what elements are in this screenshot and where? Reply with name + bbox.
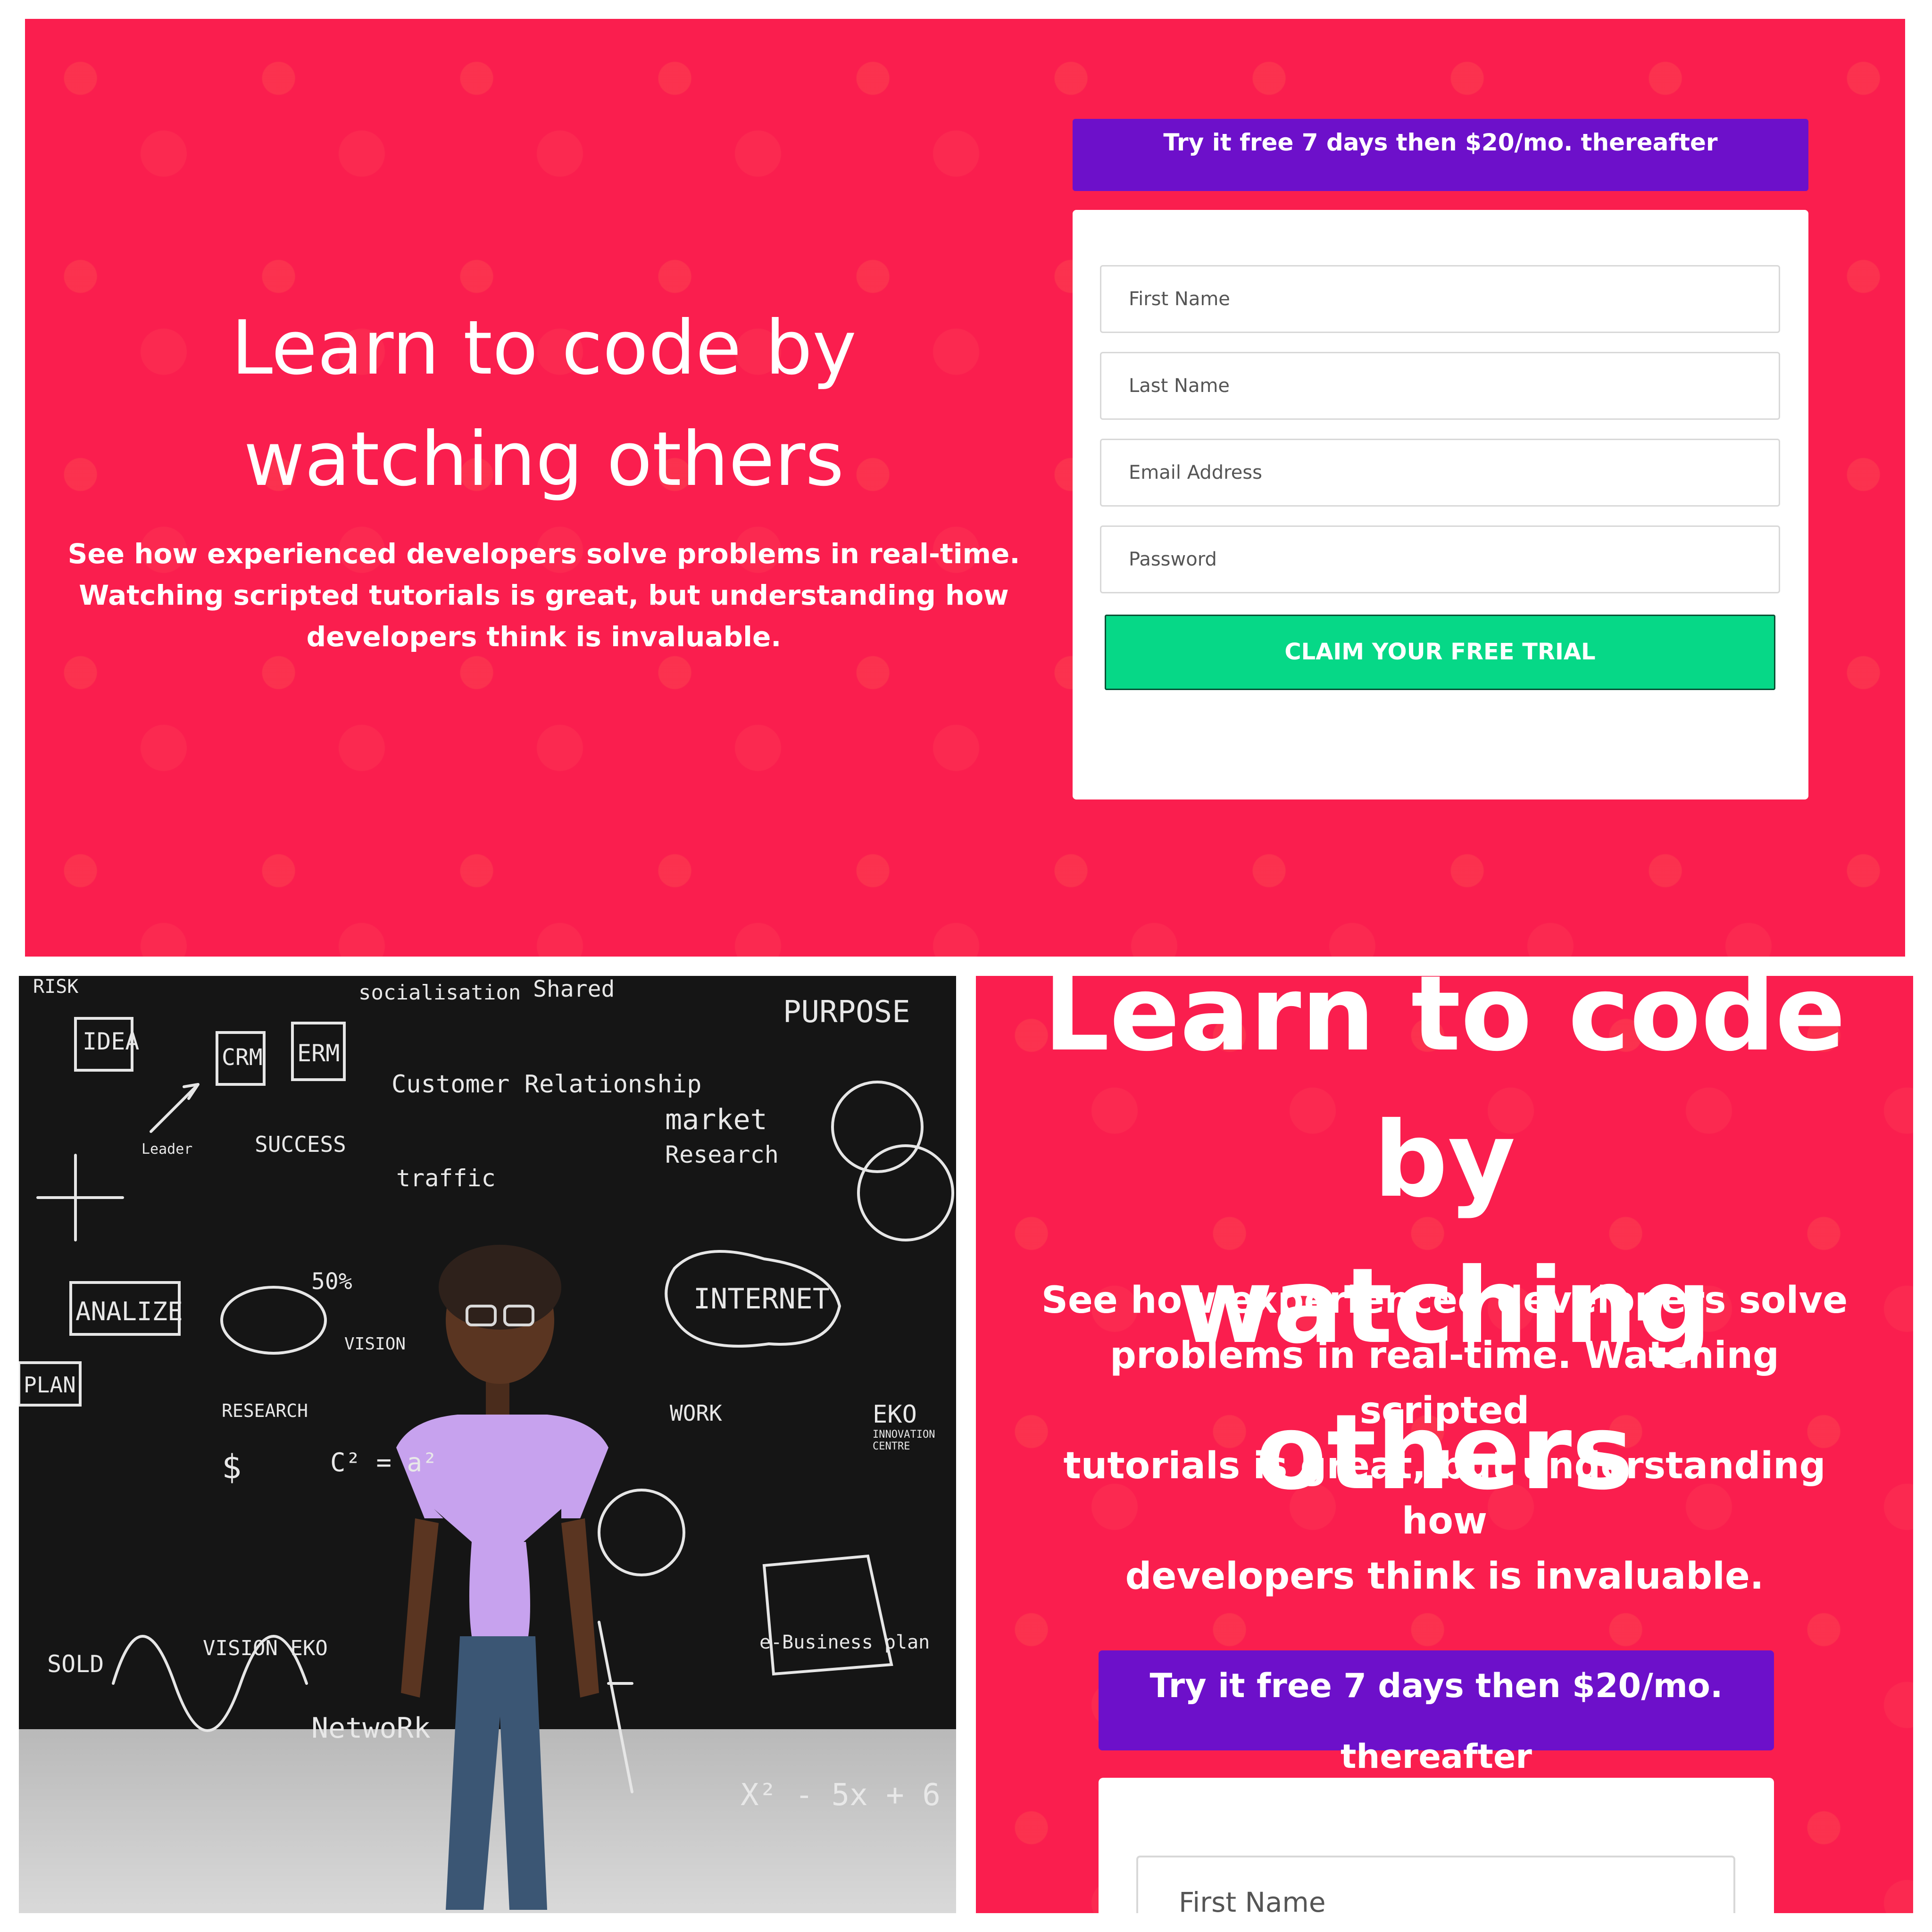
- board-word-leader: Leader: [142, 1141, 193, 1158]
- first-name-field[interactable]: First Name: [1100, 265, 1780, 333]
- board-word-sold: SOLD: [47, 1650, 104, 1678]
- zoom-trial-banner: Try it free 7 days then $20/mo. thereaft…: [1099, 1650, 1774, 1776]
- hero-subtitle: See how experienced developers solve pro…: [63, 533, 1025, 658]
- cross-arrows: [36, 1154, 124, 1241]
- subtitle-line-3: developers think is invaluable.: [306, 621, 782, 653]
- board-word-research: Research: [665, 1141, 779, 1168]
- board-word-dollar: $: [222, 1448, 242, 1486]
- board-word-risk: RISK: [33, 976, 79, 998]
- board-word-success: SUCCESS: [255, 1132, 346, 1157]
- board-word-shared: Shared: [533, 976, 615, 1002]
- board-word-socialisation: socialisation: [358, 981, 521, 1005]
- trend-arrow: [150, 1083, 200, 1133]
- headline-line-1: Learn to code by: [231, 305, 857, 391]
- zoom-subtitle-line-2: problems in real-time. Watching scripted: [1110, 1334, 1779, 1432]
- board-word-innovation-centre: INNOVATION CENTRE: [873, 1429, 935, 1452]
- a-circle: [831, 1081, 924, 1173]
- landing-page-zoomed: Learn to code by watching others See how…: [976, 976, 1913, 1913]
- board-word-traffic: traffic: [396, 1165, 496, 1192]
- subtitle-line-2: Watching scripted tutorials is great, bu…: [79, 579, 1009, 611]
- board-word-percent: 50%: [311, 1268, 352, 1295]
- board-word-market: market: [665, 1103, 767, 1136]
- bar-doodle: [598, 1621, 633, 1793]
- photo-chalkboard: RISK IDEA CRM ERM socialisation Shared P…: [19, 976, 956, 1913]
- board-word-equation: X² - 5x + 6: [741, 1778, 941, 1813]
- signup-form: First Name Last Name Email Address Passw…: [1073, 210, 1808, 799]
- r-circle: [598, 1489, 685, 1576]
- board-word-plan: PLAN: [24, 1372, 76, 1398]
- landing-page-screenshot: Learn to code by watching others See how…: [25, 19, 1905, 957]
- zoom-subtitle-line-4: developers think is invaluable.: [1125, 1555, 1764, 1598]
- zoom-headline-line-1: Learn to code by: [1043, 976, 1846, 1220]
- board-word-ebusiness: e-Business plan: [759, 1632, 930, 1653]
- last-name-field[interactable]: Last Name: [1100, 352, 1780, 420]
- board-word-research-2: RESEARCH: [222, 1400, 308, 1421]
- board-word-analize: ANALIZE: [75, 1297, 183, 1326]
- trial-banner: Try it free 7 days then $20/mo. thereaft…: [1073, 119, 1808, 191]
- board-word-erm: ERM: [297, 1040, 340, 1067]
- board-word-work: WORK: [670, 1400, 722, 1426]
- claim-free-trial-button[interactable]: CLAIM YOUR FREE TRIAL: [1105, 615, 1775, 690]
- zoom-hero-subtitle: See how experienced developers solve pro…: [1033, 1273, 1857, 1604]
- board-word-vision: VISION: [344, 1334, 406, 1354]
- board-word-eko: EKO: [873, 1400, 917, 1429]
- email-field[interactable]: Email Address: [1100, 439, 1780, 507]
- person: [396, 1245, 608, 1910]
- zoom-subtitle-line-1: See how experienced developers solve: [1041, 1279, 1848, 1322]
- zoom-subtitle-line-3: tutorials is great, but understanding ho…: [1063, 1445, 1826, 1542]
- board-word-purpose: PURPOSE: [783, 995, 910, 1030]
- password-field[interactable]: Password: [1100, 525, 1780, 593]
- headline-line-2: watching others: [243, 416, 844, 503]
- zoom-signup-form: First Name: [1099, 1778, 1774, 1913]
- zoom-first-name-field[interactable]: First Name: [1136, 1856, 1735, 1913]
- board-word-crm: CRM: [222, 1044, 263, 1071]
- chalk-doodles: [19, 1017, 954, 1910]
- board-word-network: NetwoRk: [311, 1712, 431, 1745]
- subtitle-line-1: See how experienced developers solve pro…: [67, 538, 1020, 570]
- board-word-idea: IDEA: [83, 1028, 140, 1055]
- ebusiness-bag: [762, 1554, 893, 1676]
- pie-doodle: [220, 1286, 327, 1355]
- hero-headline: Learn to code by watching others: [25, 292, 1063, 515]
- board-word-vision-eko: VISION EKO: [203, 1636, 328, 1660]
- board-word-formula: C² = a²: [330, 1448, 438, 1477]
- board-word-customer: Customer Relationship: [391, 1070, 702, 1099]
- board-word-internet: INTERNET: [693, 1282, 830, 1316]
